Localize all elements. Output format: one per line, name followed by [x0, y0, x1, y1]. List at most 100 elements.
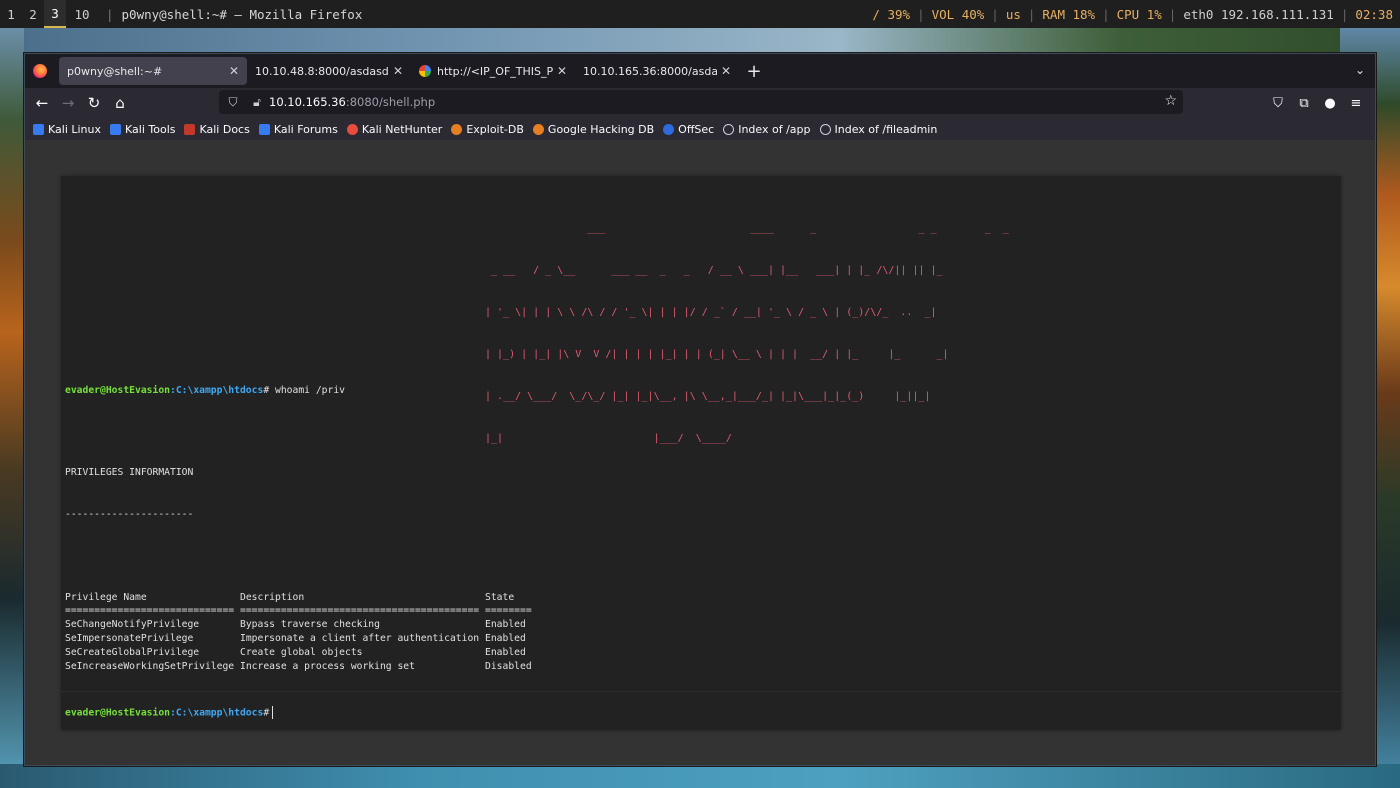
back-button[interactable]: ←	[29, 90, 55, 116]
insecure-lock-icon[interactable]: 🔓︎	[247, 95, 267, 110]
pocket-icon[interactable]: ⛉	[1265, 90, 1291, 116]
tab-asdasd-2[interactable]: 10.10.165.36:8000/asdasdad ✕	[575, 57, 739, 85]
network-status: eth0 192.168.111.131	[1183, 6, 1334, 22]
top-panel: 1 2 3 10 | p0wny@shell:~# — Mozilla Fire…	[0, 0, 1400, 28]
bookmark-ghdb[interactable]: Google Hacking DB	[532, 123, 654, 136]
shell-terminal: ___ ____ _ _ _ _ _ _ __ / _ \__ ___ __ _…	[61, 176, 1341, 730]
prompt-path: :C:\xampp\htdocs	[169, 707, 264, 719]
page-content: ___ ____ _ _ _ _ _ _ __ / _ \__ ___ __ _…	[25, 140, 1375, 765]
bookmark-exploit-db[interactable]: Exploit-DB	[451, 123, 524, 136]
window-title: p0wny@shell:~# — Mozilla Firefox	[121, 6, 363, 22]
text-cursor[interactable]	[272, 706, 274, 719]
workspace-1[interactable]: 1	[0, 0, 22, 28]
kali-tools-icon	[110, 123, 122, 135]
bookmark-offsec[interactable]: OffSec	[663, 123, 714, 136]
bookmark-label: Exploit-DB	[466, 122, 524, 136]
command-line: evader@HostEvasion:C:\xampp\htdocs# whoa…	[65, 384, 532, 398]
tab-shell[interactable]: p0wny@shell:~# ✕	[59, 57, 247, 85]
privilege-state: Disabled	[485, 660, 532, 672]
tab-asdasd-1[interactable]: 10.10.48.8:8000/asdasdadasdj ✕	[247, 57, 411, 85]
new-tab-button[interactable]: +	[739, 61, 769, 82]
nav-toolbar: ← → ↻ ⌂ ⛉ 🔓︎ 10.10.165.36 :8080/shell.ph…	[25, 88, 1375, 118]
google-favicon-icon	[419, 65, 431, 77]
privileges-table: Privilege Name Description State =======…	[65, 591, 532, 674]
table-header: Privilege Name Description State	[65, 591, 532, 605]
close-icon[interactable]: ✕	[557, 64, 567, 78]
bookmark-kali-forums[interactable]: Kali Forums	[258, 122, 338, 136]
nethunter-icon	[346, 123, 358, 135]
globe-icon	[723, 123, 735, 135]
bookmark-label: Index of /fileadmin	[834, 122, 938, 136]
tab-title: 10.10.165.36:8000/asdasdad	[583, 64, 717, 78]
status-area: / 39% | VOL 40% | us | RAM 18% | CPU 1% …	[865, 0, 1400, 28]
privilege-description: Increase a process working set	[240, 660, 415, 672]
tab-strip: p0wny@shell:~# ✕ 10.10.48.8:8000/asdasda…	[25, 54, 1375, 88]
privilege-name: SeImpersonatePrivilege	[65, 632, 194, 644]
ascii-banner-line: ___ ____ _ _ _ _ _	[485, 223, 1009, 234]
workspace-10[interactable]: 10	[66, 0, 98, 28]
prompt-user: evader@HostEvasion	[65, 384, 170, 396]
tab-title: http://<IP_OF_THIS_PC>:80	[437, 64, 553, 78]
column-rule: ========================================…	[240, 605, 480, 617]
wallpaper-top	[0, 28, 1400, 54]
bookmark-star-icon[interactable]: ☆	[1164, 93, 1177, 109]
privilege-name: SeIncreaseWorkingSetPrivilege	[65, 660, 235, 672]
firefox-window: p0wny@shell:~# ✕ 10.10.48.8:8000/asdasda…	[24, 53, 1376, 766]
tab-title: p0wny@shell:~#	[67, 64, 163, 78]
firefox-menu-icon[interactable]	[25, 54, 55, 88]
keyboard-layout[interactable]: us	[999, 7, 1028, 22]
ghdb-icon	[532, 123, 544, 135]
shell-input-row[interactable]: evader@HostEvasion:C:\xampp\htdocs#	[61, 691, 1341, 730]
bookmark-kali-linux[interactable]: Kali Linux	[33, 123, 101, 136]
kali-forums-icon	[258, 123, 270, 135]
hamburger-menu-icon[interactable]: ≡	[1343, 90, 1369, 116]
workspace-3[interactable]: 3	[44, 0, 66, 28]
input-prompt: evader@HostEvasion:C:\xampp\htdocs#	[65, 706, 274, 719]
close-icon[interactable]: ✕	[393, 64, 403, 78]
bookmarks-toolbar: Kali Linux Kali Tools Kali Docs Kali For…	[25, 118, 1375, 140]
bookmark-label: Kali Linux	[48, 122, 102, 136]
privilege-name: SeChangeNotifyPrivilege	[65, 619, 200, 631]
forward-button[interactable]: →	[55, 90, 81, 116]
home-button[interactable]: ⌂	[107, 90, 133, 116]
prompt-hash: #	[263, 384, 270, 396]
ascii-banner-line: _ __ / _ \__ ___ __ _ _ / __ \ ___| |__ …	[485, 265, 943, 276]
globe-icon	[819, 123, 831, 135]
kali-dragon-icon	[33, 123, 44, 135]
close-icon[interactable]: ✕	[229, 64, 239, 78]
ascii-banner-line: |_| |___/ \____/	[485, 433, 732, 444]
disk-usage: / 39%	[872, 6, 911, 22]
bookmark-label: OffSec	[678, 122, 715, 136]
toolbar-right: ⛉ ⧉ ● ≡	[1265, 90, 1369, 116]
bookmark-index-fileadmin[interactable]: Index of /fileadmin	[819, 122, 938, 136]
reload-button[interactable]: ↻	[81, 90, 107, 116]
url-bar[interactable]: ⛉ 🔓︎ 10.10.165.36 :8080/shell.php ☆	[219, 90, 1183, 114]
command-text: whoami /priv	[275, 384, 345, 396]
privilege-state: Enabled	[485, 619, 526, 631]
prompt-path: :C:\xampp\htdocs	[169, 384, 264, 396]
privilege-state: Enabled	[485, 632, 526, 644]
foxyproxy-icon[interactable]: ●	[1317, 90, 1343, 116]
close-icon[interactable]: ✕	[721, 64, 731, 78]
workspace-switcher: 1 2 3 10	[0, 0, 98, 28]
privilege-description: Create global objects	[240, 646, 363, 658]
panel-separator: |	[106, 6, 114, 22]
bookmark-kali-docs[interactable]: Kali Docs	[184, 123, 250, 136]
exploit-db-icon	[451, 123, 463, 135]
volume-level[interactable]: VOL 40%	[925, 7, 992, 22]
tab-title: 10.10.48.8:8000/asdasdadasdj	[255, 64, 389, 78]
extensions-icon[interactable]: ⧉	[1291, 90, 1317, 116]
table-row: SeChangeNotifyPrivilege Bypass traverse …	[65, 618, 532, 632]
tab-ip-of-this-pc[interactable]: http://<IP_OF_THIS_PC>:80 ✕	[411, 57, 575, 85]
bookmark-kali-tools[interactable]: Kali Tools	[110, 123, 175, 136]
chevron-down-icon[interactable]: ⌄	[1355, 63, 1365, 77]
bookmark-index-app[interactable]: Index of /app	[723, 123, 811, 136]
cpu-usage: CPU 1%	[1116, 6, 1162, 22]
prompt-user: evader@HostEvasion	[65, 707, 170, 719]
bookmark-label: Kali Forums	[273, 122, 338, 136]
offsec-icon	[663, 123, 675, 135]
bookmark-kali-nethunter[interactable]: Kali NetHunter	[346, 123, 442, 136]
shield-icon[interactable]: ⛉	[223, 95, 243, 110]
workspace-2[interactable]: 2	[22, 0, 44, 28]
output-title-rule: ----------------------	[65, 508, 194, 520]
